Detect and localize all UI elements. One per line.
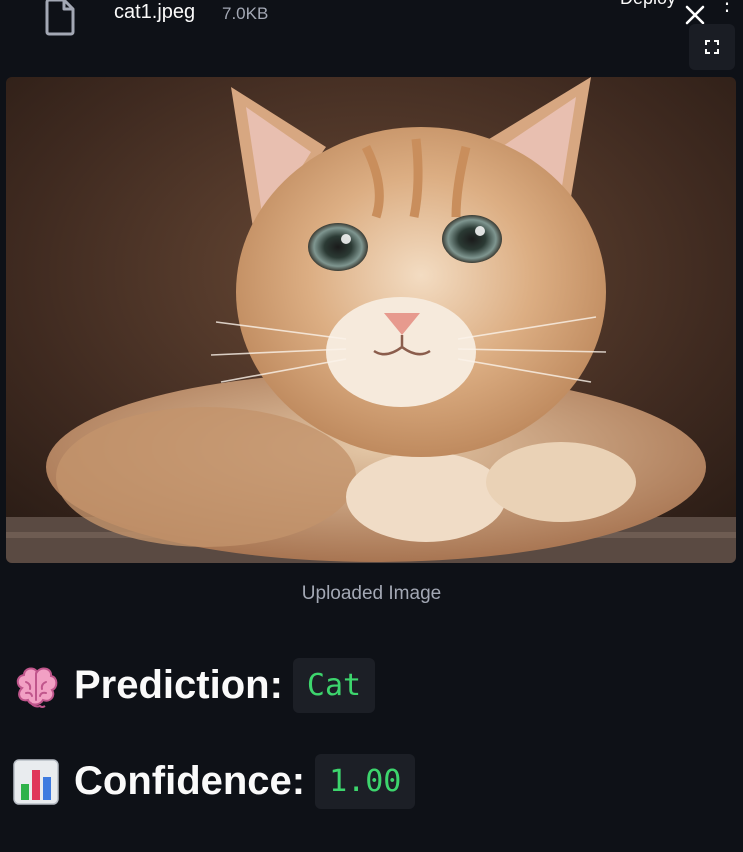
- uploaded-image: [6, 77, 736, 563]
- deploy-button[interactable]: Deploy: [620, 0, 676, 9]
- confidence-label: Confidence:: [74, 759, 306, 803]
- kitten-image: [6, 77, 736, 563]
- file-size: 7.0KB: [222, 4, 269, 23]
- bar-chart-icon: [13, 758, 59, 805]
- fullscreen-icon: [705, 40, 719, 54]
- confidence-row: Confidence: 1.00: [12, 754, 416, 809]
- file-name: cat1.jpeg: [114, 1, 196, 23]
- prediction-value: Cat: [292, 658, 376, 713]
- close-icon: [685, 5, 705, 25]
- prediction-row: Prediction: Cat: [12, 658, 376, 713]
- confidence-value: 1.00: [315, 754, 416, 809]
- prediction-label: Prediction:: [74, 663, 283, 707]
- image-caption: Uploaded Image: [301, 583, 442, 604]
- app-page: cat1.jpeg 7.0KB Deploy ⋮: [0, 0, 743, 852]
- main-menu-button[interactable]: ⋮: [717, 0, 737, 14]
- brain-icon: [16, 666, 58, 708]
- fullscreen-button[interactable]: [689, 24, 735, 70]
- file-icon: [40, 0, 80, 36]
